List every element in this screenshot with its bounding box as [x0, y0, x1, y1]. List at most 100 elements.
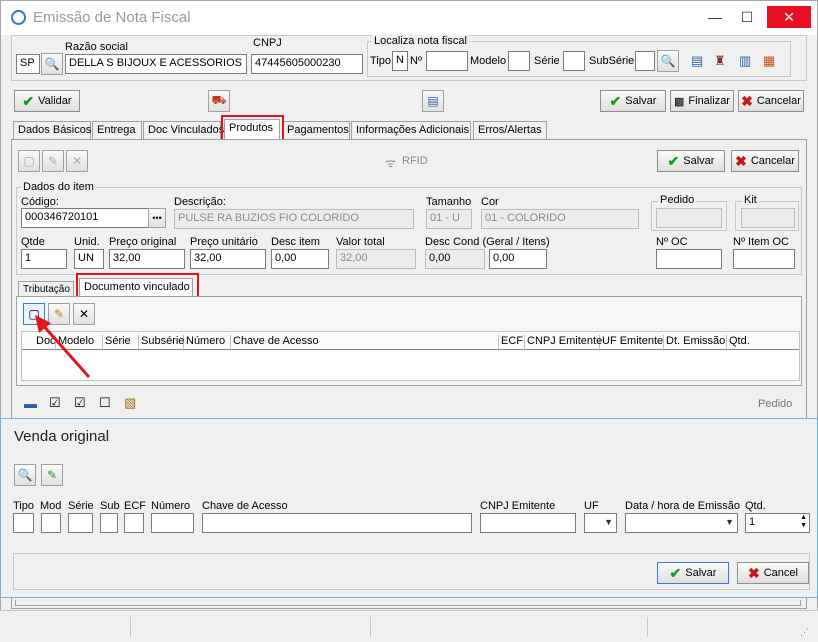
col-cnpj-emitente[interactable]: CNPJ Emitente: [525, 335, 602, 351]
col-serie[interactable]: Série: [103, 335, 139, 351]
col-numero[interactable]: Número: [184, 335, 231, 351]
report-icon[interactable]: ▧: [124, 395, 136, 411]
cancelar-button[interactable]: ✖ Cancelar: [738, 90, 804, 112]
dlg-qtd-label: Qtd.: [745, 500, 766, 512]
dlg-chave-field[interactable]: [202, 513, 472, 533]
status-divider: [370, 617, 371, 637]
uf-field[interactable]: SP: [16, 54, 40, 74]
tab-entrega[interactable]: Entrega: [92, 121, 142, 139]
truck-icon[interactable]: ⛟: [208, 90, 230, 112]
produto-cancelar-button[interactable]: ✖ Cancelar: [731, 150, 799, 172]
dlg-tipo-field[interactable]: [13, 513, 34, 533]
dlg-chave-label: Chave de Acesso: [202, 500, 288, 512]
delete-icon[interactable]: ✕: [66, 150, 88, 172]
spinner-icon[interactable]: ▲ ▼: [800, 514, 807, 530]
subserie-label: SubSérie: [589, 55, 635, 67]
razao-field[interactable]: DELLA S BIJOUX E ACESSORIOS LTD: [65, 54, 247, 74]
dlg-salvar-label: Salvar: [685, 567, 717, 579]
check-list-icon[interactable]: ☑: [49, 395, 61, 411]
desc-item-field[interactable]: 0,00: [271, 249, 329, 269]
dlg-qtd-field[interactable]: 1 ▲ ▼: [745, 513, 810, 533]
col-dt-emissao[interactable]: Dt. Emissão: [664, 335, 727, 351]
kit-label: Kit: [742, 194, 759, 206]
cnpj-label: CNPJ: [253, 37, 282, 49]
tipo-field[interactable]: N: [392, 51, 408, 71]
salvar-label: Salvar: [625, 95, 657, 107]
unid-label: Unid.: [74, 236, 100, 248]
stamp-icon[interactable]: ♜: [714, 53, 726, 69]
document-icon[interactable]: ▤: [422, 90, 444, 112]
preco-unitario-field[interactable]: 32,00: [190, 249, 266, 269]
col-ecf[interactable]: ECF: [499, 335, 525, 351]
cancel-icon: ✖: [735, 152, 747, 169]
codigo-label: Código:: [21, 196, 59, 208]
col-chave-acesso[interactable]: Chave de Acesso: [231, 335, 499, 351]
serie-field[interactable]: [563, 51, 585, 71]
close-button[interactable]: ✕: [767, 6, 811, 28]
produto-salvar-button[interactable]: ✔ Salvar: [657, 150, 725, 172]
dlg-numero-field[interactable]: [151, 513, 194, 533]
search-icon[interactable]: 🔍: [41, 53, 63, 75]
tab-erros-alertas[interactable]: Erros/Alertas: [473, 121, 547, 139]
maximize-button[interactable]: ☐: [725, 6, 769, 28]
check-icon: ✔: [22, 92, 35, 109]
num-item-oc-label: Nº Item OC: [733, 236, 789, 248]
finalizar-button[interactable]: ▩ Finalizar: [670, 90, 734, 112]
app-icon: [11, 10, 26, 25]
salvar-button[interactable]: ✔ Salvar: [600, 90, 666, 112]
ellipsis-icon[interactable]: •••: [148, 208, 166, 228]
tab-informacoes-adicionais[interactable]: Informações Adicionais: [351, 121, 471, 139]
dlg-data-field[interactable]: ▼: [625, 513, 738, 533]
dlg-cancel-button[interactable]: ✖ Cancel: [737, 562, 809, 584]
pedido-field: [656, 208, 722, 228]
check-box-icon[interactable]: ☑: [74, 395, 86, 411]
tab-doc-vinculados[interactable]: Doc Vinculados: [143, 121, 224, 139]
col-qtd[interactable]: Qtd.: [727, 335, 799, 351]
cancel-icon: ✖: [741, 92, 753, 109]
qtde-field[interactable]: 1: [21, 249, 67, 269]
status-bar: ⋰: [0, 610, 818, 642]
grid-icon[interactable]: ▦: [763, 53, 775, 69]
document-list-icon[interactable]: ▤: [691, 53, 703, 69]
broom-icon[interactable]: ✎: [41, 464, 63, 486]
codigo-field[interactable]: 000346720101: [21, 208, 149, 228]
cancel-icon: ✖: [748, 564, 760, 581]
dlg-ecf-field[interactable]: [124, 513, 144, 533]
num-oc-field[interactable]: [656, 249, 722, 269]
preco-original-field[interactable]: 32,00: [109, 249, 185, 269]
dlg-sub-field[interactable]: [100, 513, 118, 533]
unid-field[interactable]: UN: [74, 249, 104, 269]
dlg-serie-field[interactable]: [68, 513, 93, 533]
subserie-field[interactable]: [635, 51, 655, 71]
tab-pagamentos[interactable]: Pagamentos: [282, 121, 350, 139]
numero-field[interactable]: [426, 51, 468, 71]
desc-item-label: Desc item: [271, 236, 320, 248]
resize-grip-icon[interactable]: ⋰: [800, 627, 809, 638]
tipo-label: Tipo: [370, 55, 391, 67]
search-icon[interactable]: 🔍: [657, 50, 679, 72]
page-icon[interactable]: ▥: [739, 53, 751, 69]
dlg-uf-select[interactable]: ▼: [584, 513, 617, 533]
num-item-oc-field[interactable]: [733, 249, 795, 269]
dlg-cancel-label: Cancel: [763, 567, 798, 579]
desc-cond-itens-field[interactable]: 0,00: [489, 249, 547, 269]
dlg-cnpj-field[interactable]: [480, 513, 576, 533]
status-divider: [647, 617, 648, 637]
validar-button[interactable]: ✔ Validar: [14, 90, 80, 112]
modelo-field[interactable]: [508, 51, 530, 71]
edit-icon[interactable]: ✎: [42, 150, 64, 172]
blank-window-icon[interactable]: ☐: [99, 395, 111, 411]
col-subserie[interactable]: Subsérie: [139, 335, 184, 351]
dlg-salvar-button[interactable]: ✔ Salvar: [657, 562, 729, 584]
new-icon[interactable]: ▢: [18, 150, 40, 172]
select-all-icon[interactable]: ▬: [24, 396, 37, 411]
search-icon[interactable]: 🔍: [14, 464, 36, 486]
desc-cond-geral-field: 0,00: [425, 249, 485, 269]
tab-dados-basicos[interactable]: Dados Básicos: [13, 121, 91, 139]
cnpj-field[interactable]: 47445605000230: [251, 54, 363, 74]
dlg-mod-field[interactable]: [41, 513, 61, 533]
check-icon: ✔: [609, 92, 622, 109]
chevron-down-icon: ▼: [725, 517, 734, 527]
finalizar-label: Finalizar: [688, 95, 730, 107]
col-uf-emitente[interactable]: UF Emitente: [600, 335, 664, 351]
